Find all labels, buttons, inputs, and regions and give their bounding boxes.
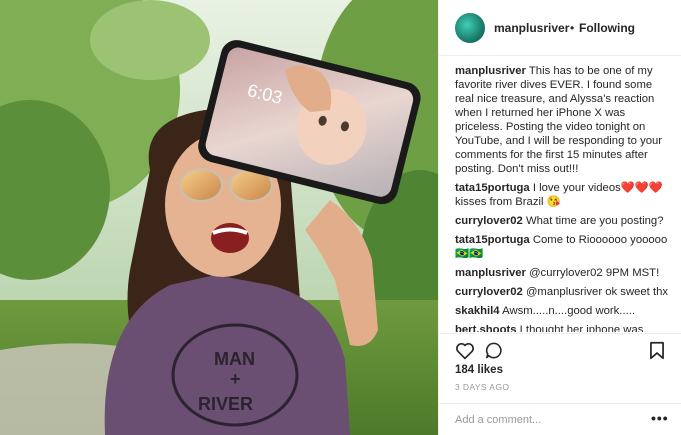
comment-username[interactable]: manplusriver <box>455 65 526 77</box>
post-panel: manplusriver • Following manplusriver Th… <box>438 0 681 435</box>
comment-username[interactable]: tata15portuga <box>455 234 530 246</box>
caption: manplusriver This has to be one of my fa… <box>455 64 673 176</box>
comment-text: This has to be one of my favorite river … <box>455 65 663 175</box>
comment-list[interactable]: manplusriver This has to be one of my fa… <box>455 64 673 332</box>
likes-count[interactable]: 184 likes <box>455 364 503 376</box>
shirt-text-river: RIVER <box>198 394 253 414</box>
bookmark-icon[interactable] <box>649 341 665 365</box>
shirt-text-plus: + <box>230 369 241 389</box>
action-bar: 184 likes 3 DAYS AGO <box>439 333 681 403</box>
comment-icon[interactable] <box>484 341 504 365</box>
add-comment-input[interactable] <box>455 411 635 429</box>
more-options-icon[interactable]: ••• <box>651 410 669 426</box>
comment-username[interactable]: bert.shoots <box>455 324 517 332</box>
post-photo[interactable]: 6:03 MAN + RIVER <box>0 0 438 435</box>
comment-item: manplusriver @currylover02 9PM MST! <box>455 266 673 280</box>
comment-text: Awsm.....n....good work..... <box>502 305 636 317</box>
header-separator: • <box>570 21 575 35</box>
avatar[interactable] <box>455 13 485 43</box>
comment-item: skakhil4 Awsm.....n....good work..... <box>455 304 673 318</box>
shirt-text-man: MAN <box>214 349 255 369</box>
comment-item: tata15portuga Come to Rioooooo yooooo 🇧🇷… <box>455 233 673 261</box>
comment-username[interactable]: currylover02 <box>455 215 523 227</box>
post-timestamp: 3 DAYS AGO <box>455 382 510 392</box>
comment-item: tata15portuga I love your videos❤️❤️❤️ k… <box>455 181 673 209</box>
comment-item: currylover02 What time are you posting? <box>455 214 673 228</box>
comment-username[interactable]: manplusriver <box>455 267 526 279</box>
comment-username[interactable]: tata15portuga <box>455 182 530 194</box>
comment-item: currylover02 @manplusriver ok sweet thx <box>455 285 673 299</box>
add-comment-bar: ••• <box>439 403 681 435</box>
comment-text: What time are you posting? <box>525 215 664 227</box>
post-header: manplusriver • Following <box>439 0 681 56</box>
comment-item: bert.shoots I thought her iphone was bro… <box>455 323 673 332</box>
following-button[interactable]: Following <box>579 21 635 35</box>
comment-username[interactable]: skakhil4 <box>455 305 500 317</box>
comment-text: @currylover02 9PM MST! <box>529 267 660 279</box>
header-username[interactable]: manplusriver <box>494 21 569 35</box>
comment-username[interactable]: currylover02 <box>455 286 523 298</box>
heart-icon[interactable] <box>455 341 475 365</box>
comment-text: @manplusriver ok sweet thx <box>525 286 669 298</box>
